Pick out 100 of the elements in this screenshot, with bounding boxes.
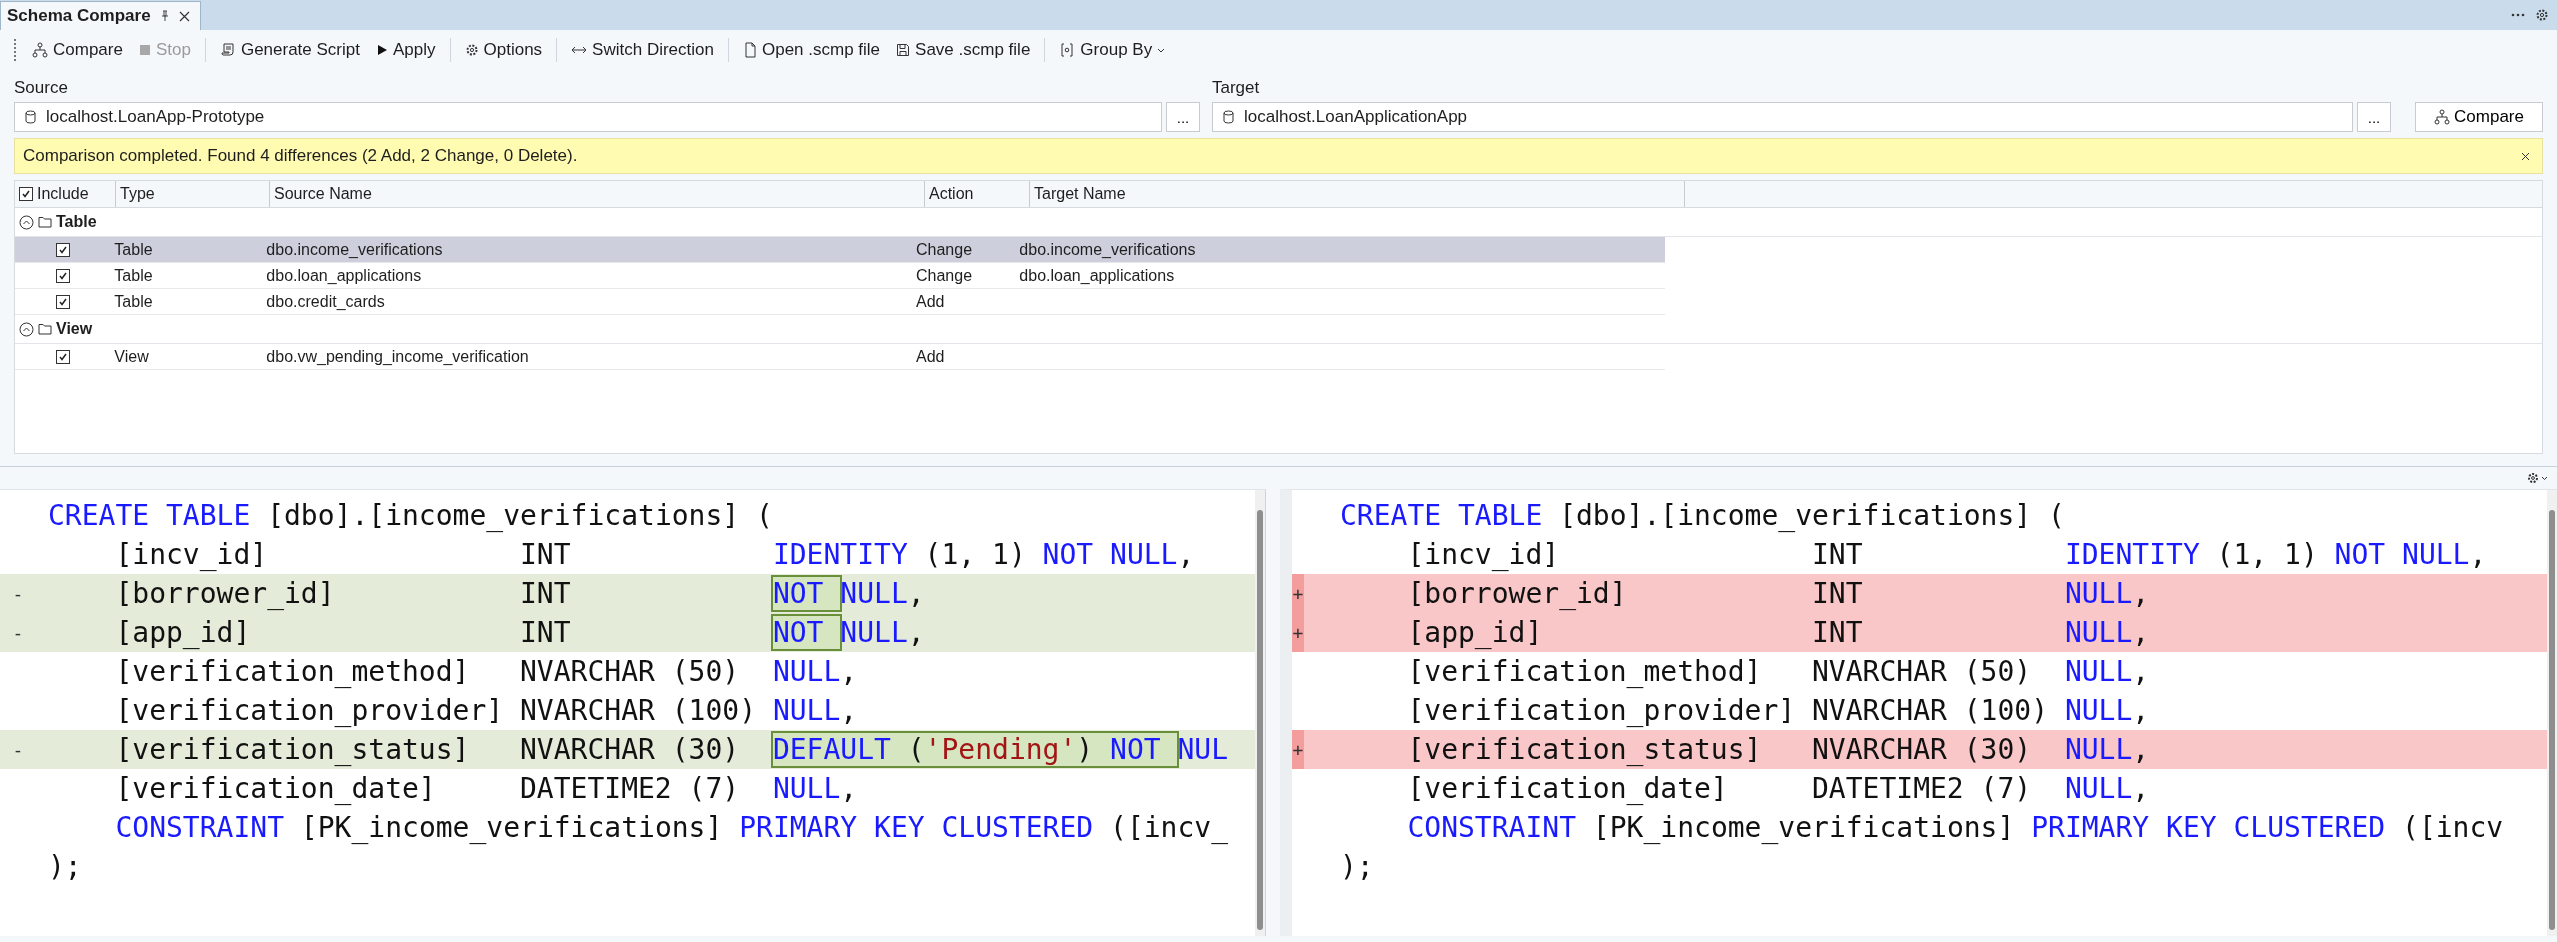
table-cell: Table xyxy=(114,266,153,285)
target-label: Target xyxy=(1212,78,1261,98)
checkbox[interactable] xyxy=(55,349,70,364)
diff-marker: + xyxy=(1292,622,1304,643)
target-field[interactable]: localhost.LoanApplicationApp xyxy=(1212,102,2353,132)
browse-button[interactable]: ... xyxy=(2357,102,2391,132)
settings-icon[interactable] xyxy=(2527,472,2549,484)
code-line: [verification_status] NVARCHAR (30) NULL, xyxy=(1406,735,2150,764)
code-line: [verification_status] NVARCHAR (30) DEFAULT ('Pending') NOT NUL xyxy=(114,735,1229,764)
more-icon[interactable] xyxy=(2511,13,2525,17)
toolbar-button[interactable]: Apply xyxy=(369,36,442,64)
hierarchy-icon xyxy=(2434,109,2451,125)
code-line: [verification_date] DATETIME2 (7) NULL, xyxy=(1406,774,2150,803)
database-icon xyxy=(1223,110,1234,124)
code-line: [verification_method] NVARCHAR (50) NULL, xyxy=(114,657,858,686)
diff-marker: - xyxy=(12,622,24,643)
scrollbar[interactable] xyxy=(2547,490,2557,936)
result-row[interactable]: View dbo.vw_pending_income_verification Add xyxy=(15,344,1665,370)
column-header[interactable]: Include xyxy=(37,185,89,203)
code-line: [verification_provider] NVARCHAR (100) NULL, xyxy=(1406,696,2150,725)
folder-icon xyxy=(38,216,52,228)
code-line: [borrower_id] INT NOT NULL, xyxy=(114,579,925,608)
checkbox[interactable] xyxy=(19,187,33,201)
source-label: Source xyxy=(14,78,69,98)
code-line: CREATE TABLE [dbo].[income_verifications] ( xyxy=(48,501,773,530)
code-line: [incv_id] INT IDENTITY (1, 1) NOT NULL, xyxy=(114,540,1195,569)
hierarchy-icon xyxy=(32,42,48,58)
table-cell: Change xyxy=(916,240,973,259)
code-line: [verification_date] DATETIME2 (7) NULL, xyxy=(114,774,858,803)
diff-marker: + xyxy=(1292,739,1304,760)
table-cell: dbo.loan_applications xyxy=(1019,266,1175,285)
result-row[interactable]: Table dbo.loan_applications Change dbo.loan_applications xyxy=(15,263,1665,289)
diff-marker: - xyxy=(12,583,24,604)
table-cell: dbo.vw_pending_income_verification xyxy=(266,347,529,366)
column-header[interactable]: Type xyxy=(120,185,155,203)
source-value: localhost.LoanApp-Prototype xyxy=(46,107,265,127)
tab-title: Schema Compare xyxy=(7,6,151,26)
collapse-icon[interactable] xyxy=(19,214,34,230)
checkbox[interactable] xyxy=(55,268,70,283)
result-row[interactable]: Table dbo.credit_cards Add xyxy=(15,289,1665,315)
group-label: View xyxy=(56,320,93,338)
braces-icon xyxy=(1059,43,1076,57)
toolbar-button[interactable]: Open .scmp file xyxy=(736,36,887,64)
toolbar-button[interactable]: Switch Direction xyxy=(565,36,720,64)
table-cell: dbo.loan_applications xyxy=(266,266,422,285)
settings-icon[interactable] xyxy=(2535,8,2549,22)
code-line: [verification_provider] NVARCHAR (100) NULL, xyxy=(114,696,858,725)
table-cell: Change xyxy=(916,266,973,285)
save-icon xyxy=(896,43,911,57)
table-cell: Table xyxy=(114,292,153,311)
code-line: ); xyxy=(48,852,82,881)
result-row[interactable]: Table dbo.income_verifications Change dbo.income_verifications xyxy=(15,237,1665,263)
code-line: CREATE TABLE [dbo].[income_verifications] ( xyxy=(1340,501,2065,530)
table-cell: Table xyxy=(114,240,153,259)
checkbox[interactable] xyxy=(55,294,70,309)
group-label: Table xyxy=(56,213,97,231)
double-arrow-icon xyxy=(571,45,588,55)
toolbar-button[interactable]: Options xyxy=(458,36,549,64)
target-value: localhost.LoanApplicationApp xyxy=(1244,107,1468,127)
gear-icon xyxy=(464,43,479,57)
diff-marker: - xyxy=(12,739,24,760)
document-tab[interactable]: Schema Compare xyxy=(0,1,201,30)
toolbar-button[interactable]: Compare xyxy=(26,36,129,64)
code-line: CONSTRAINT [PK_income_verifications] PRIMARY KEY CLUSTERED ([incv xyxy=(1406,813,2504,842)
close-icon[interactable] xyxy=(178,10,190,22)
stop-icon xyxy=(138,44,151,56)
script-icon xyxy=(219,42,236,58)
close-icon[interactable] xyxy=(2521,151,2530,161)
caret-icon xyxy=(1157,47,1166,53)
code-line: [app_id] INT NULL, xyxy=(1406,618,2150,647)
column-header[interactable]: Source Name xyxy=(274,185,372,203)
column-header[interactable]: Action xyxy=(929,185,974,203)
column-header[interactable]: Target Name xyxy=(1034,185,1126,203)
toolbar-button[interactable]: Save .scmp file xyxy=(890,36,1037,64)
table-cell: dbo.credit_cards xyxy=(266,292,385,311)
diff-marker: + xyxy=(1292,583,1304,604)
table-cell: Add xyxy=(916,347,945,366)
status-message: Comparison completed. Found 4 differences (2 Add, 2 Change, 0 Delete). xyxy=(23,146,578,166)
table-cell: dbo.income_verifications xyxy=(266,240,443,259)
toolbar-button[interactable]: Generate Script xyxy=(213,36,366,64)
toolbar-grip xyxy=(14,39,18,61)
code-line: [borrower_id] INT NULL, xyxy=(1406,579,2150,608)
code-line: [verification_method] NVARCHAR (50) NULL, xyxy=(1406,657,2150,686)
code-line: ); xyxy=(1340,852,1374,881)
compare-button[interactable]: Compare xyxy=(2415,102,2543,132)
code-line: [incv_id] INT IDENTITY (1, 1) NOT NULL, xyxy=(1406,540,2487,569)
scrollbar[interactable] xyxy=(1255,490,1265,936)
table-cell: View xyxy=(114,347,149,366)
browse-button[interactable]: ... xyxy=(1166,102,1200,132)
code-line: CONSTRAINT [PK_income_verifications] PRIMARY KEY CLUSTERED ([incv_ xyxy=(114,813,1229,842)
code-line: [app_id] INT NOT NULL, xyxy=(114,618,925,647)
checkbox[interactable] xyxy=(55,242,70,257)
source-field[interactable]: localhost.LoanApp-Prototype xyxy=(14,102,1162,132)
folder-icon xyxy=(38,323,52,335)
collapse-icon[interactable] xyxy=(19,321,34,337)
table-cell: dbo.income_verifications xyxy=(1019,240,1196,259)
toolbar-button[interactable]: Group By xyxy=(1053,36,1172,64)
table-cell: Add xyxy=(916,292,945,311)
document-icon xyxy=(742,42,757,58)
database-icon xyxy=(25,110,36,124)
